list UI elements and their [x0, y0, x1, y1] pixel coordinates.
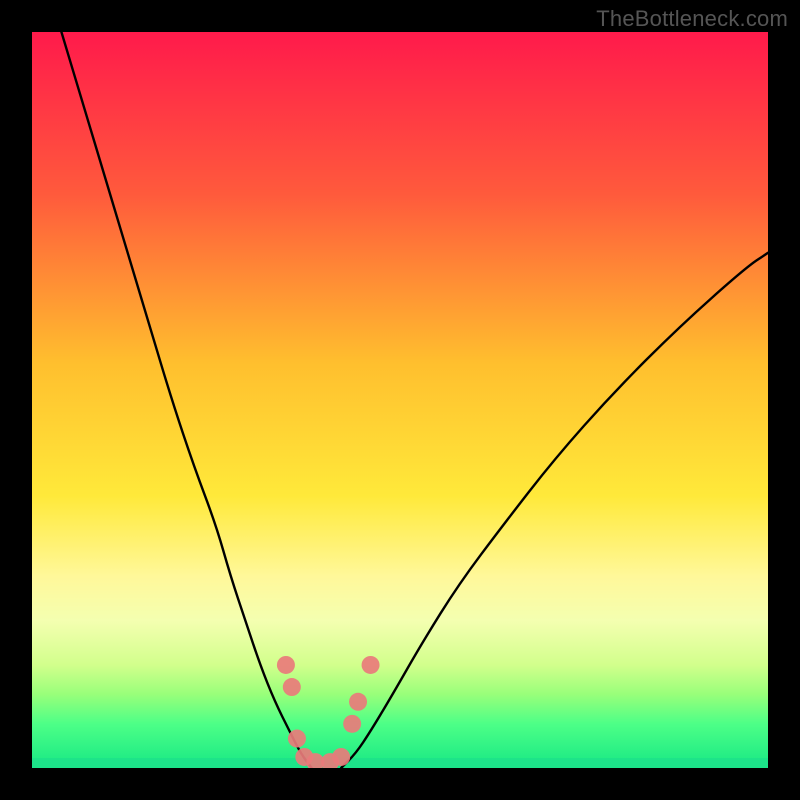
optimum-dot — [332, 748, 350, 766]
watermark-text: TheBottleneck.com — [596, 6, 788, 32]
optimum-dot — [277, 656, 295, 674]
chart-frame: TheBottleneck.com — [0, 0, 800, 800]
optimum-dot — [288, 730, 306, 748]
optimum-dot — [349, 693, 367, 711]
gradient-background — [32, 32, 768, 768]
bottleneck-chart — [32, 32, 768, 768]
optimum-dot — [362, 656, 380, 674]
baseline-band — [32, 758, 768, 768]
optimum-dot — [343, 715, 361, 733]
optimum-dot — [283, 678, 301, 696]
plot-area — [32, 32, 768, 768]
